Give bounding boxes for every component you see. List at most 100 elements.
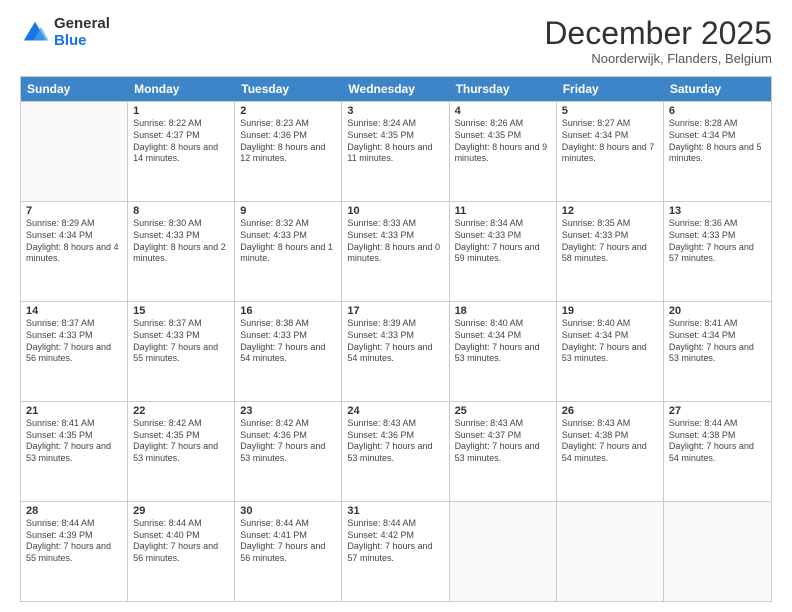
calendar-body: 1Sunrise: 8:22 AMSunset: 4:37 PMDaylight… xyxy=(21,101,771,601)
calendar-cell: 28Sunrise: 8:44 AMSunset: 4:39 PMDayligh… xyxy=(21,502,128,601)
cell-date: 19 xyxy=(562,305,658,317)
cell-info: Sunrise: 8:44 AMSunset: 4:41 PMDaylight:… xyxy=(240,518,336,565)
calendar-cell xyxy=(450,502,557,601)
day-header-thursday: Thursday xyxy=(450,77,557,101)
calendar-cell: 30Sunrise: 8:44 AMSunset: 4:41 PMDayligh… xyxy=(235,502,342,601)
cell-date: 14 xyxy=(26,305,122,317)
cell-date: 22 xyxy=(133,405,229,417)
day-header-tuesday: Tuesday xyxy=(235,77,342,101)
cell-info: Sunrise: 8:39 AMSunset: 4:33 PMDaylight:… xyxy=(347,318,443,365)
cell-info: Sunrise: 8:43 AMSunset: 4:37 PMDaylight:… xyxy=(455,418,551,465)
cell-date: 10 xyxy=(347,205,443,217)
cell-date: 6 xyxy=(669,105,766,117)
cell-date: 7 xyxy=(26,205,122,217)
cell-info: Sunrise: 8:41 AMSunset: 4:34 PMDaylight:… xyxy=(669,318,766,365)
calendar-row-4: 28Sunrise: 8:44 AMSunset: 4:39 PMDayligh… xyxy=(21,501,771,601)
cell-date: 28 xyxy=(26,505,122,517)
calendar-cell: 21Sunrise: 8:41 AMSunset: 4:35 PMDayligh… xyxy=(21,402,128,501)
calendar-cell: 3Sunrise: 8:24 AMSunset: 4:35 PMDaylight… xyxy=(342,102,449,201)
cell-date: 5 xyxy=(562,105,658,117)
title-section: December 2025 Noorderwijk, Flanders, Bel… xyxy=(544,16,772,66)
calendar-cell: 23Sunrise: 8:42 AMSunset: 4:36 PMDayligh… xyxy=(235,402,342,501)
cell-date: 18 xyxy=(455,305,551,317)
cell-date: 29 xyxy=(133,505,229,517)
day-header-saturday: Saturday xyxy=(664,77,771,101)
day-header-sunday: Sunday xyxy=(21,77,128,101)
cell-date: 8 xyxy=(133,205,229,217)
cell-date: 25 xyxy=(455,405,551,417)
cell-info: Sunrise: 8:38 AMSunset: 4:33 PMDaylight:… xyxy=(240,318,336,365)
cell-date: 13 xyxy=(669,205,766,217)
calendar-cell: 7Sunrise: 8:29 AMSunset: 4:34 PMDaylight… xyxy=(21,202,128,301)
cell-date: 17 xyxy=(347,305,443,317)
calendar-cell: 1Sunrise: 8:22 AMSunset: 4:37 PMDaylight… xyxy=(128,102,235,201)
calendar-cell: 2Sunrise: 8:23 AMSunset: 4:36 PMDaylight… xyxy=(235,102,342,201)
cell-info: Sunrise: 8:44 AMSunset: 4:42 PMDaylight:… xyxy=(347,518,443,565)
cell-info: Sunrise: 8:44 AMSunset: 4:39 PMDaylight:… xyxy=(26,518,122,565)
cell-date: 30 xyxy=(240,505,336,517)
cell-date: 12 xyxy=(562,205,658,217)
cell-info: Sunrise: 8:43 AMSunset: 4:38 PMDaylight:… xyxy=(562,418,658,465)
calendar: SundayMondayTuesdayWednesdayThursdayFrid… xyxy=(20,76,772,602)
calendar-row-1: 7Sunrise: 8:29 AMSunset: 4:34 PMDaylight… xyxy=(21,201,771,301)
cell-info: Sunrise: 8:37 AMSunset: 4:33 PMDaylight:… xyxy=(133,318,229,365)
logo-text: General Blue xyxy=(54,16,110,49)
cell-info: Sunrise: 8:42 AMSunset: 4:36 PMDaylight:… xyxy=(240,418,336,465)
calendar-cell: 22Sunrise: 8:42 AMSunset: 4:35 PMDayligh… xyxy=(128,402,235,501)
cell-info: Sunrise: 8:30 AMSunset: 4:33 PMDaylight:… xyxy=(133,218,229,265)
cell-date: 9 xyxy=(240,205,336,217)
calendar-cell: 4Sunrise: 8:26 AMSunset: 4:35 PMDaylight… xyxy=(450,102,557,201)
cell-date: 23 xyxy=(240,405,336,417)
calendar-cell: 25Sunrise: 8:43 AMSunset: 4:37 PMDayligh… xyxy=(450,402,557,501)
day-header-friday: Friday xyxy=(557,77,664,101)
cell-date: 24 xyxy=(347,405,443,417)
cell-info: Sunrise: 8:37 AMSunset: 4:33 PMDaylight:… xyxy=(26,318,122,365)
calendar-cell: 12Sunrise: 8:35 AMSunset: 4:33 PMDayligh… xyxy=(557,202,664,301)
cell-info: Sunrise: 8:29 AMSunset: 4:34 PMDaylight:… xyxy=(26,218,122,265)
cell-info: Sunrise: 8:40 AMSunset: 4:34 PMDaylight:… xyxy=(562,318,658,365)
day-header-monday: Monday xyxy=(128,77,235,101)
cell-date: 26 xyxy=(562,405,658,417)
calendar-cell: 6Sunrise: 8:28 AMSunset: 4:34 PMDaylight… xyxy=(664,102,771,201)
cell-date: 1 xyxy=(133,105,229,117)
cell-info: Sunrise: 8:27 AMSunset: 4:34 PMDaylight:… xyxy=(562,118,658,165)
calendar-cell: 11Sunrise: 8:34 AMSunset: 4:33 PMDayligh… xyxy=(450,202,557,301)
calendar-cell: 17Sunrise: 8:39 AMSunset: 4:33 PMDayligh… xyxy=(342,302,449,401)
page: General Blue December 2025 Noorderwijk, … xyxy=(0,0,792,612)
calendar-cell: 8Sunrise: 8:30 AMSunset: 4:33 PMDaylight… xyxy=(128,202,235,301)
calendar-cell xyxy=(557,502,664,601)
cell-date: 20 xyxy=(669,305,766,317)
calendar-row-3: 21Sunrise: 8:41 AMSunset: 4:35 PMDayligh… xyxy=(21,401,771,501)
logo-icon xyxy=(20,18,50,48)
cell-info: Sunrise: 8:33 AMSunset: 4:33 PMDaylight:… xyxy=(347,218,443,265)
calendar-cell: 13Sunrise: 8:36 AMSunset: 4:33 PMDayligh… xyxy=(664,202,771,301)
logo-general-text: General xyxy=(54,16,110,33)
day-headers: SundayMondayTuesdayWednesdayThursdayFrid… xyxy=(21,77,771,101)
cell-info: Sunrise: 8:32 AMSunset: 4:33 PMDaylight:… xyxy=(240,218,336,265)
cell-date: 21 xyxy=(26,405,122,417)
cell-info: Sunrise: 8:44 AMSunset: 4:38 PMDaylight:… xyxy=(669,418,766,465)
cell-info: Sunrise: 8:26 AMSunset: 4:35 PMDaylight:… xyxy=(455,118,551,165)
cell-info: Sunrise: 8:44 AMSunset: 4:40 PMDaylight:… xyxy=(133,518,229,565)
cell-info: Sunrise: 8:42 AMSunset: 4:35 PMDaylight:… xyxy=(133,418,229,465)
logo-blue-text: Blue xyxy=(54,33,110,50)
cell-date: 3 xyxy=(347,105,443,117)
cell-info: Sunrise: 8:28 AMSunset: 4:34 PMDaylight:… xyxy=(669,118,766,165)
logo: General Blue xyxy=(20,16,110,49)
cell-info: Sunrise: 8:34 AMSunset: 4:33 PMDaylight:… xyxy=(455,218,551,265)
cell-date: 11 xyxy=(455,205,551,217)
cell-info: Sunrise: 8:22 AMSunset: 4:37 PMDaylight:… xyxy=(133,118,229,165)
calendar-cell: 26Sunrise: 8:43 AMSunset: 4:38 PMDayligh… xyxy=(557,402,664,501)
cell-info: Sunrise: 8:23 AMSunset: 4:36 PMDaylight:… xyxy=(240,118,336,165)
calendar-row-0: 1Sunrise: 8:22 AMSunset: 4:37 PMDaylight… xyxy=(21,101,771,201)
cell-date: 15 xyxy=(133,305,229,317)
calendar-cell: 19Sunrise: 8:40 AMSunset: 4:34 PMDayligh… xyxy=(557,302,664,401)
calendar-cell: 16Sunrise: 8:38 AMSunset: 4:33 PMDayligh… xyxy=(235,302,342,401)
cell-info: Sunrise: 8:41 AMSunset: 4:35 PMDaylight:… xyxy=(26,418,122,465)
header: General Blue December 2025 Noorderwijk, … xyxy=(20,16,772,66)
calendar-cell: 31Sunrise: 8:44 AMSunset: 4:42 PMDayligh… xyxy=(342,502,449,601)
cell-info: Sunrise: 8:35 AMSunset: 4:33 PMDaylight:… xyxy=(562,218,658,265)
calendar-cell: 20Sunrise: 8:41 AMSunset: 4:34 PMDayligh… xyxy=(664,302,771,401)
calendar-cell: 15Sunrise: 8:37 AMSunset: 4:33 PMDayligh… xyxy=(128,302,235,401)
cell-info: Sunrise: 8:43 AMSunset: 4:36 PMDaylight:… xyxy=(347,418,443,465)
